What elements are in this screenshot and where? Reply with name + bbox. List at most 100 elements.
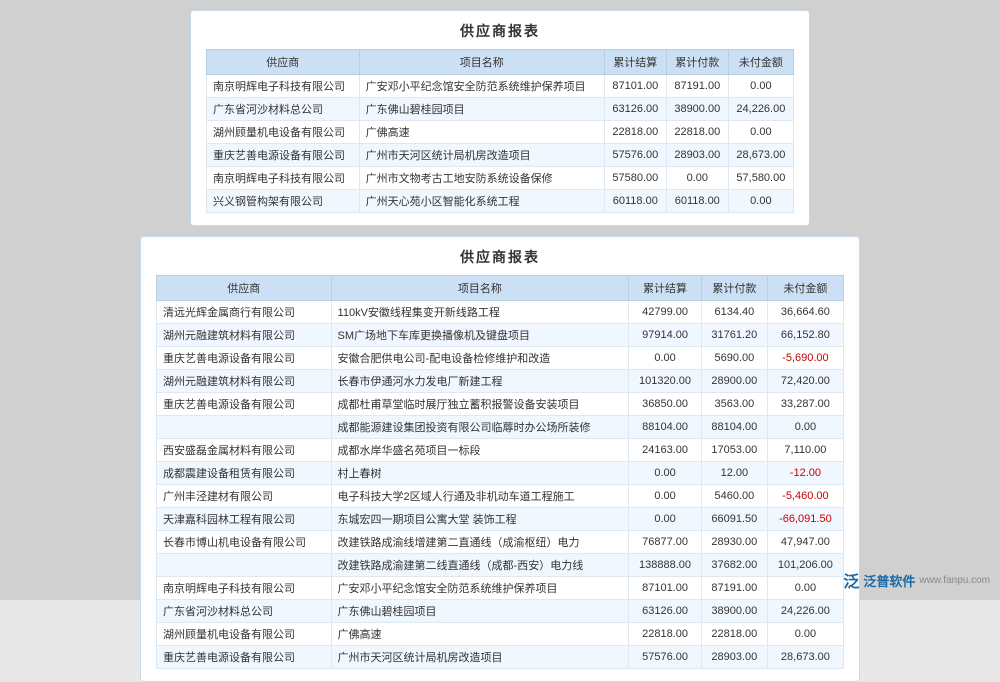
- table-cell: 36850.00: [629, 393, 702, 416]
- table-cell: 广州丰泾建材有限公司: [157, 485, 332, 508]
- watermark: 泛 泛普软件 www.fanpu.com: [843, 568, 990, 592]
- table-cell: 31761.20: [701, 324, 767, 347]
- table-cell: 28903.00: [666, 144, 728, 167]
- table-cell: 63126.00: [629, 600, 702, 623]
- table-cell: 42799.00: [629, 301, 702, 324]
- col-total-settlement-1: 累计结算: [604, 50, 666, 75]
- table-cell: 101,206.00: [767, 554, 843, 577]
- table-cell: -66,091.50: [767, 508, 843, 531]
- table-2: 供应商 项目名称 累计结算 累计付款 未付金额 清远光辉金属商行有限公司110k…: [156, 275, 844, 669]
- table-cell: 湖州顾量机电设备有限公司: [207, 121, 360, 144]
- table-cell: 0.00: [728, 190, 793, 213]
- col-project-2: 项目名称: [331, 276, 629, 301]
- report-title-1: 供应商报表: [206, 21, 794, 41]
- table-cell: 0.00: [728, 121, 793, 144]
- table-cell: 湖州元融建筑材料有限公司: [157, 370, 332, 393]
- table-cell: 重庆艺善电源设备有限公司: [157, 347, 332, 370]
- table-cell: 37682.00: [701, 554, 767, 577]
- table-cell: [157, 416, 332, 439]
- table-cell: 22818.00: [666, 121, 728, 144]
- col-supplier-1: 供应商: [207, 50, 360, 75]
- table-cell: 0.00: [629, 508, 702, 531]
- table-cell: 0.00: [728, 75, 793, 98]
- table-cell: 重庆艺善电源设备有限公司: [207, 144, 360, 167]
- table-cell: 0.00: [629, 485, 702, 508]
- col-supplier-2: 供应商: [157, 276, 332, 301]
- table-1: 供应商 项目名称 累计结算 累计付款 未付金额 南京明辉电子科技有限公司广安邓小…: [206, 49, 794, 213]
- col-unpaid-2: 未付金额: [767, 276, 843, 301]
- table-cell: 0.00: [666, 167, 728, 190]
- table-row: 西安盛磊金属材料有限公司成都水岸华盛名苑项目一标段24163.0017053.0…: [157, 439, 844, 462]
- table-cell: -5,690.00: [767, 347, 843, 370]
- table-cell: 66,152.80: [767, 324, 843, 347]
- table-cell: 电子科技大学2区域人行通及非机动车道工程施工: [331, 485, 629, 508]
- report-card-2: 供应商报表 供应商 项目名称 累计结算 累计付款 未付金额 清远光辉金属商行有限…: [140, 236, 860, 682]
- table-cell: 110kV安徽线程集变开新线路工程: [331, 301, 629, 324]
- table-cell: 138888.00: [629, 554, 702, 577]
- table-cell: 广东佛山碧桂园项目: [331, 600, 629, 623]
- table-row: 清远光辉金属商行有限公司110kV安徽线程集变开新线路工程42799.00613…: [157, 301, 844, 324]
- table-cell: 成都水岸华盛名苑项目一标段: [331, 439, 629, 462]
- table-cell: 南京明辉电子科技有限公司: [207, 167, 360, 190]
- table-cell: 广安邓小平纪念馆安全防范系统维护保养项目: [331, 577, 629, 600]
- table-cell: 改建铁路成渝线增建第二直通线（成渝枢纽）电力: [331, 531, 629, 554]
- table-row: 重庆艺善电源设备有限公司广州市天河区统计局机房改造项目57576.0028903…: [157, 646, 844, 669]
- table-cell: 6134.40: [701, 301, 767, 324]
- table-cell: 28,673.00: [767, 646, 843, 669]
- table-row: 兴义钢管构架有限公司广州天心苑小区智能化系统工程60118.0060118.00…: [207, 190, 794, 213]
- table-cell: 广州天心苑小区智能化系统工程: [359, 190, 604, 213]
- table-row: 成都能源建设集团投资有限公司临蓐时办公场所装修88104.0088104.000…: [157, 416, 844, 439]
- table-cell: 72,420.00: [767, 370, 843, 393]
- col-project-1: 项目名称: [359, 50, 604, 75]
- table-row: 南京明辉电子科技有限公司广州市文物考古工地安防系统设备保修57580.000.0…: [207, 167, 794, 190]
- table-cell: 广州市文物考古工地安防系统设备保修: [359, 167, 604, 190]
- table-cell: 西安盛磊金属材料有限公司: [157, 439, 332, 462]
- table-cell: 0.00: [767, 577, 843, 600]
- table-cell: 7,110.00: [767, 439, 843, 462]
- table-cell: 60118.00: [604, 190, 666, 213]
- table-row: 湖州顾量机电设备有限公司广佛高速22818.0022818.000.00: [207, 121, 794, 144]
- table-cell: 湖州顾量机电设备有限公司: [157, 623, 332, 646]
- col-total-paid-1: 累计付款: [666, 50, 728, 75]
- table-cell: 22818.00: [604, 121, 666, 144]
- table-cell: 87101.00: [604, 75, 666, 98]
- table-cell: 南京明辉电子科技有限公司: [157, 577, 332, 600]
- table-cell: 0.00: [629, 347, 702, 370]
- table-row: 重庆艺善电源设备有限公司广州市天河区统计局机房改造项目57576.0028903…: [207, 144, 794, 167]
- table-row: 广东省河沙材料总公司广东佛山碧桂园项目63126.0038900.0024,22…: [207, 98, 794, 121]
- table-row: 南京明辉电子科技有限公司广安邓小平纪念馆安全防范系统维护保养项目87101.00…: [207, 75, 794, 98]
- table-cell: 广东佛山碧桂园项目: [359, 98, 604, 121]
- col-total-settlement-2: 累计结算: [629, 276, 702, 301]
- table-cell: 天津嘉科园林工程有限公司: [157, 508, 332, 531]
- table-cell: 57,580.00: [728, 167, 793, 190]
- table-row: 南京明辉电子科技有限公司广安邓小平纪念馆安全防范系统维护保养项目87101.00…: [157, 577, 844, 600]
- table-cell: 28903.00: [701, 646, 767, 669]
- table-cell: 5460.00: [701, 485, 767, 508]
- col-unpaid-1: 未付金额: [728, 50, 793, 75]
- table-cell: 兴义钢管构架有限公司: [207, 190, 360, 213]
- table-cell: 长春市博山机电设备有限公司: [157, 531, 332, 554]
- table-cell: 17053.00: [701, 439, 767, 462]
- table-cell: 63126.00: [604, 98, 666, 121]
- table-row: 重庆艺善电源设备有限公司成都杜甫草堂临时展厅独立蓄积报警设备安装项目36850.…: [157, 393, 844, 416]
- table-cell: 88104.00: [629, 416, 702, 439]
- report-card-1: 供应商报表 供应商 项目名称 累计结算 累计付款 未付金额 南京明辉电子科技有限…: [190, 10, 810, 226]
- table-cell: 广东省河沙材料总公司: [157, 600, 332, 623]
- table-row: 湖州元融建筑材料有限公司SM广场地下车库更换播像机及键盘项目97914.0031…: [157, 324, 844, 347]
- table-cell: 28900.00: [701, 370, 767, 393]
- table-cell: 成都能源建设集团投资有限公司临蓐时办公场所装修: [331, 416, 629, 439]
- table-cell: 湖州元融建筑材料有限公司: [157, 324, 332, 347]
- table-header-row-2: 供应商 项目名称 累计结算 累计付款 未付金额: [157, 276, 844, 301]
- table-cell: 清远光辉金属商行有限公司: [157, 301, 332, 324]
- table-cell: 36,664.60: [767, 301, 843, 324]
- table-cell: 66091.50: [701, 508, 767, 531]
- table-cell: 22818.00: [701, 623, 767, 646]
- table-cell: 广州市天河区统计局机房改造项目: [331, 646, 629, 669]
- table-cell: 101320.00: [629, 370, 702, 393]
- table-row: 湖州元融建筑材料有限公司长春市伊通河水力发电厂新建工程101320.002890…: [157, 370, 844, 393]
- table-cell: 38900.00: [666, 98, 728, 121]
- table-cell: 24163.00: [629, 439, 702, 462]
- watermark-text: 泛普软件: [863, 571, 915, 590]
- table-cell: -5,460.00: [767, 485, 843, 508]
- table-row: 重庆艺善电源设备有限公司安徽合肥供电公司-配电设备检修维护和改造0.005690…: [157, 347, 844, 370]
